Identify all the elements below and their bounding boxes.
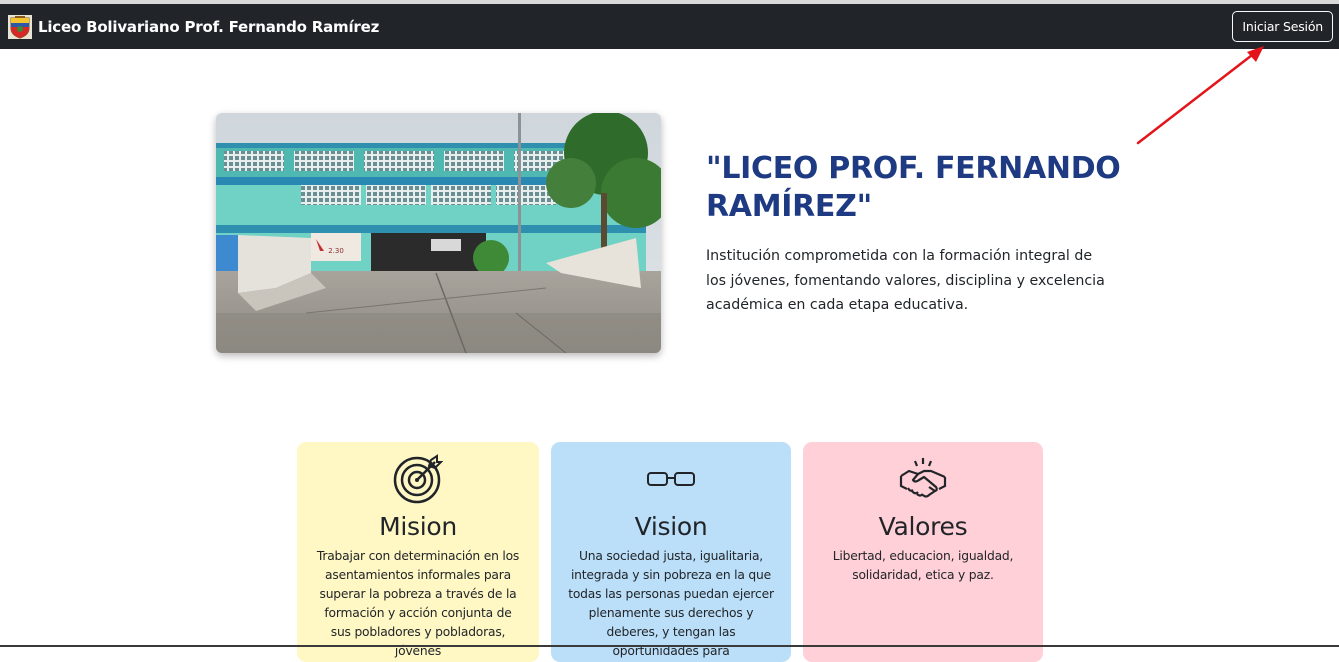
card-mision: Mision Trabajar con determinación en los… xyxy=(297,442,539,662)
card-vision-text: Una sociedad justa, igualitaria, integra… xyxy=(568,549,774,658)
navbar-brand[interactable]: Liceo Bolivariano Prof. Fernando Ramírez xyxy=(8,14,380,39)
login-button[interactable]: Iniciar Sesión xyxy=(1232,11,1333,42)
card-mision-title: Mision xyxy=(379,512,457,541)
school-building-photo: 2.30 xyxy=(216,113,661,353)
hero-title: "LICEO PROF. FERNANDO RAMÍREZ" xyxy=(706,151,1121,224)
card-valores-title: Valores xyxy=(878,512,968,541)
glasses-icon xyxy=(647,472,695,486)
photo-sign-text: 2.30 xyxy=(328,247,344,255)
card-valores-text: Libertad, educacion, igualdad, solidarid… xyxy=(832,549,1014,582)
brand-title: Liceo Bolivariano Prof. Fernando Ramírez xyxy=(38,17,380,36)
card-valores: Valores Libertad, educacion, igualdad, s… xyxy=(803,442,1043,662)
navbar: Liceo Bolivariano Prof. Fernando Ramírez… xyxy=(0,4,1339,49)
card-vision: Vision Una sociedad justa, igualitaria, … xyxy=(551,442,791,662)
target-icon xyxy=(393,454,443,504)
card-mision-text: Trabajar con determinación en los asenta… xyxy=(316,549,520,658)
school-crest-icon xyxy=(8,14,32,39)
annotation-arrow xyxy=(1136,46,1264,145)
card-vision-title: Vision xyxy=(634,512,708,541)
hero-description: Institución comprometida con la formació… xyxy=(706,248,1105,313)
handshake-icon xyxy=(899,458,947,498)
